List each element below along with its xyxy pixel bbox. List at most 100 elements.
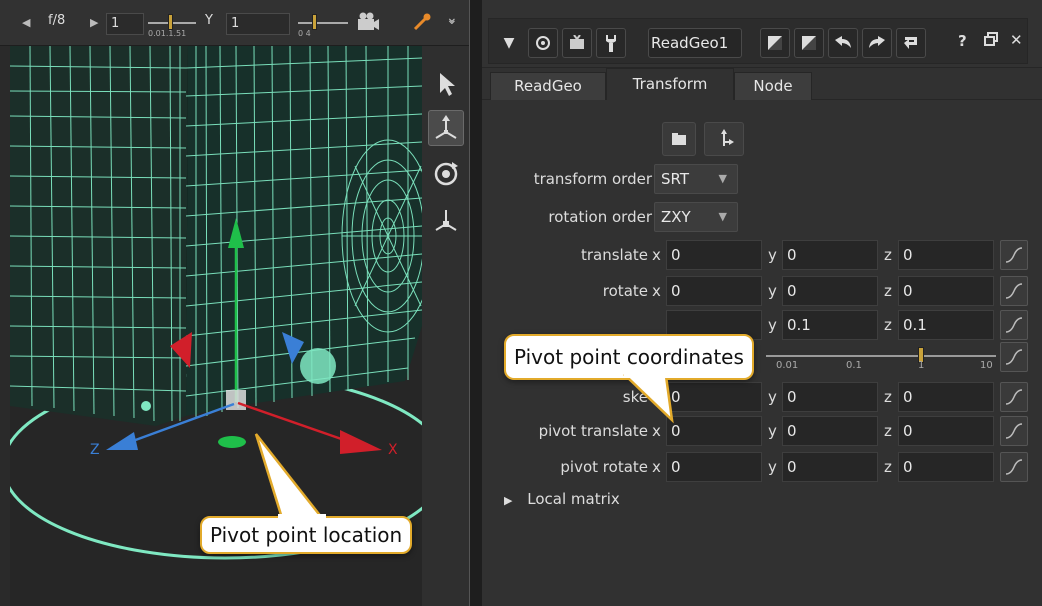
axis-move-icon[interactable] bbox=[704, 122, 744, 156]
transform-order-label: transform order bbox=[533, 170, 652, 188]
animation-curve-icon[interactable] bbox=[1000, 240, 1028, 270]
rotate-z-input[interactable]: 0 bbox=[898, 276, 994, 306]
uniform-scale-slider[interactable]: 0.01 0.1 1 10 bbox=[766, 340, 996, 374]
translate-x-input[interactable]: 0 bbox=[666, 240, 762, 270]
rotate-z-label: z bbox=[884, 282, 892, 300]
transform-order-value: SRT bbox=[661, 170, 690, 188]
undo-icon[interactable] bbox=[828, 28, 858, 58]
local-matrix-toggle[interactable]: ▶ Local matrix bbox=[504, 490, 620, 508]
pivot-translate-y-input[interactable]: 0 bbox=[782, 416, 878, 446]
help-button[interactable]: ? bbox=[958, 32, 967, 50]
triangle-right-icon: ▶ bbox=[504, 494, 513, 507]
panel-divider[interactable] bbox=[470, 0, 482, 606]
pivot-axis-icon[interactable] bbox=[428, 202, 464, 238]
animation-curve-icon[interactable] bbox=[1000, 452, 1028, 482]
caret-right-icon[interactable]: ▶ bbox=[90, 16, 98, 29]
pivot-translate-z-label: z bbox=[884, 422, 892, 440]
viewer-panel: ◀ f/8 ▶ 1 0.01.1.51 Y 1 0 4 ⌄ ⌄ X Z Pivo… bbox=[0, 0, 470, 606]
scale-z-input[interactable]: 0.1 bbox=[898, 310, 994, 340]
gamma-slider-ticks: 0 4 bbox=[298, 29, 311, 38]
x-axis-label: X bbox=[388, 442, 398, 458]
skew-z-input[interactable]: 0 bbox=[898, 382, 994, 412]
scale-tick: 0.1 bbox=[846, 360, 862, 371]
pivot-rotate-x-input[interactable]: 0 bbox=[666, 452, 762, 482]
local-matrix-label: Local matrix bbox=[527, 490, 620, 508]
viewer-side-tools bbox=[422, 46, 469, 606]
z-axis-label: Z bbox=[90, 442, 100, 458]
translate-z-input[interactable]: 0 bbox=[898, 240, 994, 270]
animation-curve-icon[interactable] bbox=[1000, 416, 1028, 446]
float-window-icon[interactable] bbox=[984, 32, 998, 50]
animation-curve-icon[interactable] bbox=[1000, 310, 1028, 340]
tab-bar: ReadGeo Transform Node bbox=[482, 68, 1042, 100]
pivot-translate-y-label: y bbox=[768, 422, 777, 440]
pivot-translate-label: pivot translate bbox=[538, 422, 648, 440]
tab-readgeo[interactable]: ReadGeo bbox=[490, 72, 606, 100]
pivot-rotate-y-label: y bbox=[768, 458, 777, 476]
skew-y-label: y bbox=[768, 388, 777, 406]
node-name-input[interactable]: ReadGeo1 bbox=[648, 28, 742, 58]
translate-y-label: y bbox=[768, 246, 777, 264]
transform-order-dropdown[interactable]: SRT ▼ bbox=[654, 164, 738, 194]
camera-icon[interactable] bbox=[356, 10, 380, 38]
input-arrow-icon[interactable] bbox=[562, 28, 592, 58]
frame-input[interactable]: 1 bbox=[106, 13, 144, 35]
pivot-rotate-z-label: z bbox=[884, 458, 892, 476]
scale-y-input[interactable]: 0.1 bbox=[782, 310, 878, 340]
scale-tick: 0.01 bbox=[776, 360, 799, 371]
pivot-translate-x-label: x bbox=[652, 422, 661, 440]
scale-tick: 1 bbox=[918, 360, 925, 371]
folder-icon[interactable] bbox=[662, 122, 696, 156]
gamma-input[interactable]: 1 bbox=[226, 13, 290, 35]
pivot-translate-z-input[interactable]: 0 bbox=[898, 416, 994, 446]
triangle-down-icon[interactable]: ▼ bbox=[494, 28, 524, 58]
pivot-rotate-x-label: x bbox=[652, 458, 661, 476]
close-button[interactable]: ✕ bbox=[1010, 31, 1023, 49]
translate-x-label: x bbox=[652, 246, 661, 264]
translate-label: translate bbox=[580, 246, 648, 264]
properties-panel: ▼ ReadGeo1 ? ✕ ReadGeo Transform Node tr… bbox=[482, 0, 1042, 606]
gain-slider-ticks: 0.01.1.51 bbox=[148, 29, 187, 38]
callout-location-tail bbox=[254, 433, 326, 522]
translate-y-input[interactable]: 0 bbox=[782, 240, 878, 270]
revert-icon[interactable] bbox=[896, 28, 926, 58]
pivot-rotate-y-input[interactable]: 0 bbox=[782, 452, 878, 482]
chevron-down-icon: ▼ bbox=[718, 210, 727, 223]
redo-icon[interactable] bbox=[862, 28, 892, 58]
color-swatch-icon-2[interactable] bbox=[794, 28, 824, 58]
gamma-slider[interactable]: 0 4 bbox=[298, 10, 348, 38]
tab-transform[interactable]: Transform bbox=[606, 68, 734, 100]
chevron-down-icon: ▼ bbox=[718, 172, 727, 185]
animation-curve-icon[interactable] bbox=[1000, 382, 1028, 412]
select-arrow-icon[interactable] bbox=[428, 66, 464, 102]
color-picker-icon[interactable] bbox=[412, 12, 432, 36]
animation-curve-icon[interactable] bbox=[1000, 276, 1028, 306]
wrench-icon[interactable] bbox=[596, 28, 626, 58]
skew-y-input[interactable]: 0 bbox=[782, 382, 878, 412]
animation-curve-icon[interactable] bbox=[1000, 342, 1028, 372]
rotate-y-input[interactable]: 0 bbox=[782, 276, 878, 306]
gain-slider[interactable]: 0.01.1.51 bbox=[148, 10, 196, 38]
rotate-icon[interactable] bbox=[428, 156, 464, 192]
gamma-label: Y bbox=[205, 13, 213, 28]
callout-coordinates-tail bbox=[622, 374, 674, 424]
scale-z-label: z bbox=[884, 316, 892, 334]
rotate-x-label: x bbox=[652, 282, 661, 300]
double-chevron-icon[interactable]: ⌄ ⌄ bbox=[446, 10, 458, 42]
tab-node[interactable]: Node bbox=[734, 72, 812, 100]
scale-y-label: y bbox=[768, 316, 777, 334]
caret-left-icon[interactable]: ◀ bbox=[22, 16, 30, 29]
color-swatch-icon[interactable] bbox=[760, 28, 790, 58]
viewer-toolbar: ◀ f/8 ▶ 1 0.01.1.51 Y 1 0 4 ⌄ ⌄ bbox=[0, 0, 469, 46]
rotate-y-label: y bbox=[768, 282, 777, 300]
fstop-label[interactable]: f/8 bbox=[48, 13, 65, 28]
transform-axis-icon[interactable] bbox=[428, 110, 464, 146]
pivot-rotate-label: pivot rotate bbox=[560, 458, 648, 476]
rotation-order-value: ZXY bbox=[661, 208, 691, 226]
translate-z-label: z bbox=[884, 246, 892, 264]
rotation-order-dropdown[interactable]: ZXY ▼ bbox=[654, 202, 738, 232]
properties-toolbar: ▼ ReadGeo1 ? ✕ bbox=[482, 0, 1042, 68]
pivot-rotate-z-input[interactable]: 0 bbox=[898, 452, 994, 482]
center-node-icon[interactable] bbox=[528, 28, 558, 58]
rotate-x-input[interactable]: 0 bbox=[666, 276, 762, 306]
